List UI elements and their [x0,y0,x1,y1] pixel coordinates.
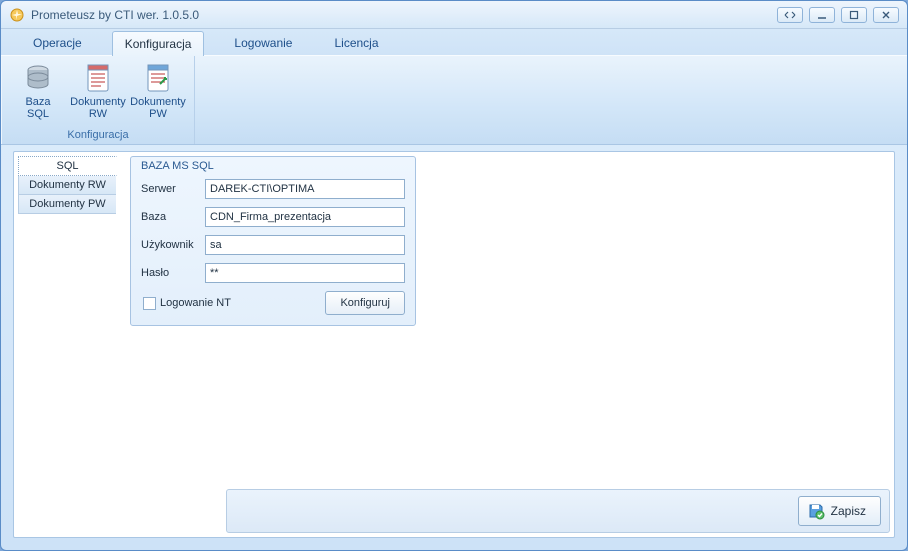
document-pw-icon [142,62,174,94]
window-title: Prometeusz by CTI wer. 1.0.5.0 [31,8,777,22]
label-baza: Baza [141,211,205,223]
window-buttons [777,7,899,23]
titlebar: Prometeusz by CTI wer. 1.0.5.0 [1,1,907,29]
ribbon-label: SQL [27,108,49,120]
checkbox-box-icon [143,297,156,310]
ribbon-label: Baza [25,96,50,108]
app-icon [9,7,25,23]
side-tab-pw[interactable]: Dokumenty PW [18,194,116,214]
label-haslo: Hasło [141,267,205,279]
minimize-button[interactable] [809,7,835,23]
label-serwer: Serwer [141,183,205,195]
groupbox-title: BAZA MS SQL [141,160,214,172]
tab-operacje[interactable]: Operacje [21,30,94,55]
konfiguruj-button[interactable]: Konfiguruj [325,291,405,315]
checkbox-label: Logowanie NT [160,297,231,309]
ribbon-group-title: Konfiguracja [8,127,188,144]
tab-licencja[interactable]: Licencja [322,30,390,55]
ribbon-label: Dokumenty [70,96,126,108]
row-serwer: Serwer [141,179,405,199]
maximize-button[interactable] [841,7,867,23]
row-actions: Logowanie NT Konfiguruj [141,291,405,315]
tab-konfiguracja[interactable]: Konfiguracja [112,31,205,56]
row-user: Użykownik [141,235,405,255]
app-window: Prometeusz by CTI wer. 1.0.5.0 Operacje … [0,0,908,551]
row-baza: Baza [141,207,405,227]
input-user[interactable] [205,235,405,255]
input-baza[interactable] [205,207,405,227]
ribbon: Baza SQL Dokumenty RW [1,55,907,145]
zapisz-label: Zapisz [831,504,866,518]
ribbon-label: RW [89,108,107,120]
content-area: SQL Dokumenty RW Dokumenty PW BAZA MS SQ… [13,151,895,538]
form-panel: BAZA MS SQL Serwer Baza Użykownik Hasło [116,152,894,537]
side-tab-rw[interactable]: Dokumenty RW [18,175,116,195]
side-tab-sql[interactable]: SQL [18,156,117,176]
ribbon-group-konfiguracja: Baza SQL Dokumenty RW [1,56,195,144]
main-tabs: Operacje Konfiguracja Logowanie Licencja [1,29,907,55]
label-user: Użykownik [141,239,205,251]
zapisz-button[interactable]: Zapisz [798,496,881,526]
side-tabs: SQL Dokumenty RW Dokumenty PW [14,152,116,537]
footer-bar: Zapisz [226,489,890,533]
tab-logowanie[interactable]: Logowanie [222,30,304,55]
sync-button[interactable] [777,7,803,23]
database-icon [22,62,54,94]
ribbon-item-dokumenty-pw[interactable]: Dokumenty PW [128,60,188,127]
row-haslo: Hasło [141,263,405,283]
input-serwer[interactable] [205,179,405,199]
ribbon-label: PW [149,108,167,120]
ribbon-items: Baza SQL Dokumenty RW [8,60,188,127]
input-haslo[interactable] [205,263,405,283]
checkbox-logowanie-nt[interactable]: Logowanie NT [141,297,231,310]
ribbon-item-dokumenty-rw[interactable]: Dokumenty RW [68,60,128,127]
ribbon-label: Dokumenty [130,96,186,108]
document-rw-icon [82,62,114,94]
close-button[interactable] [873,7,899,23]
ribbon-item-baza-sql[interactable]: Baza SQL [8,60,68,127]
groupbox-baza-mssql: BAZA MS SQL Serwer Baza Użykownik Hasło [130,156,416,326]
save-icon [807,502,825,520]
